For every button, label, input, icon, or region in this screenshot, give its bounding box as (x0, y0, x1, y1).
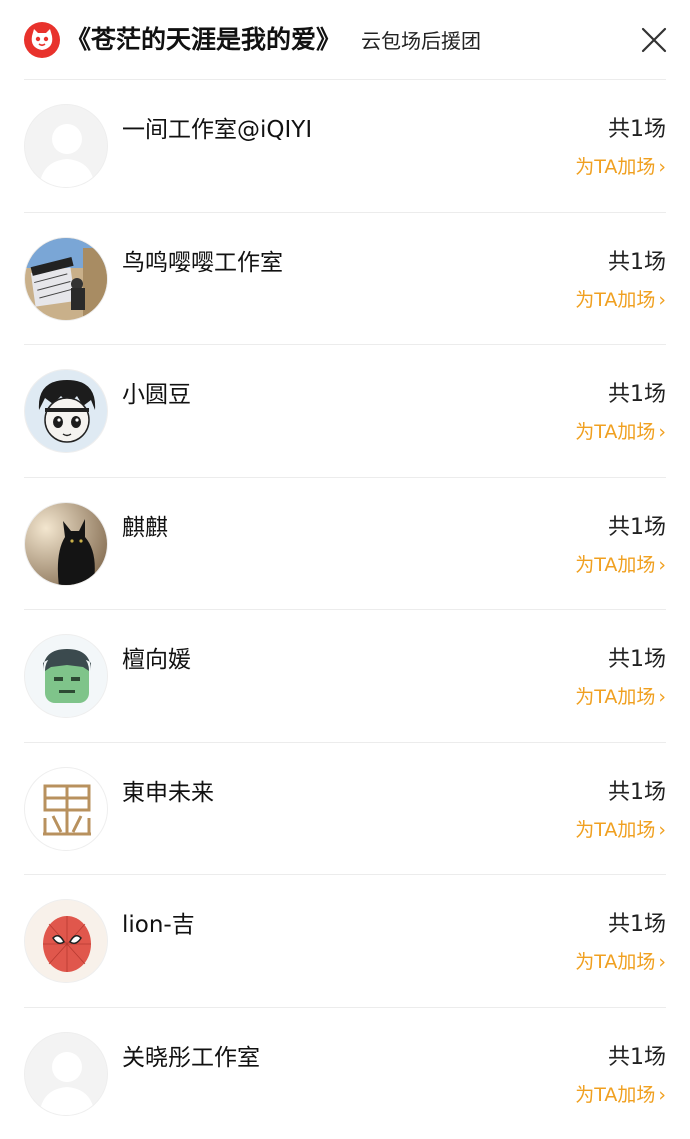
list-item: 小圆豆 共1场 为TA加场› (24, 344, 666, 477)
show-count: 共1场 (608, 514, 666, 542)
add-show-label: 为TA加场 (575, 818, 655, 842)
add-show-label: 为TA加场 (575, 288, 655, 312)
default-avatar-icon (24, 1032, 108, 1116)
add-show-label: 为TA加场 (575, 685, 655, 709)
cartoon-boy-drawing (24, 369, 108, 453)
add-show-label: 为TA加场 (575, 1083, 655, 1107)
supporter-name: 一间工作室@iQIYI (122, 116, 312, 144)
supporter-name: 麒麒 (122, 514, 168, 542)
add-show-label: 为TA加场 (575, 553, 655, 577)
supporter-name: 檀向媛 (122, 646, 191, 674)
show-count: 共1场 (608, 911, 666, 939)
add-show-link[interactable]: 为TA加场› (575, 685, 666, 709)
show-count: 共1场 (608, 1044, 666, 1072)
show-count: 共1场 (608, 249, 666, 277)
chevron-right-icon: › (658, 685, 666, 709)
add-show-label: 为TA加场 (575, 420, 655, 444)
header: 《苍茫的天涯是我的爱》 云包场后援团 (0, 0, 690, 80)
show-count: 共1场 (608, 779, 666, 807)
add-show-link[interactable]: 为TA加场› (575, 288, 666, 312)
chevron-right-icon: › (658, 288, 666, 312)
list-item: 麒麒 共1场 为TA加场› (24, 477, 666, 610)
add-show-link[interactable]: 为TA加场› (575, 950, 666, 974)
list-item: lion-吉 共1场 为TA加场› (24, 874, 666, 1007)
supporter-name: 关晓彤工作室 (122, 1044, 260, 1072)
page-subtitle: 云包场后援团 (361, 28, 481, 54)
clapperboard-photo (24, 237, 108, 321)
close-icon[interactable] (640, 26, 668, 54)
show-count: 共1场 (608, 116, 666, 144)
list-item: 檀向媛 共1场 为TA加场› (24, 609, 666, 742)
list-item: 東申未来 共1场 为TA加场› (24, 742, 666, 875)
add-show-label: 为TA加场 (575, 950, 655, 974)
chevron-right-icon: › (658, 818, 666, 842)
black-cat-photo (24, 502, 108, 586)
list-item: 鸟鸣嘤嘤工作室 共1场 为TA加场› (24, 212, 666, 345)
spiderman-icon (24, 899, 108, 983)
chevron-right-icon: › (658, 420, 666, 444)
add-show-link[interactable]: 为TA加场› (575, 1083, 666, 1107)
chevron-right-icon: › (658, 155, 666, 179)
list-item: 关晓彤工作室 共1场 为TA加场› (24, 1007, 666, 1139)
add-show-link[interactable]: 为TA加场› (575, 818, 666, 842)
show-count: 共1场 (608, 381, 666, 409)
add-show-label: 为TA加场 (575, 155, 655, 179)
supporter-name: 小圆豆 (122, 381, 191, 409)
add-show-link[interactable]: 为TA加场› (575, 420, 666, 444)
supporter-list: 一间工作室@iQIYI 共1场 为TA加场› 鸟鸣嘤嘤工作室 共1场 为TA加场… (0, 79, 690, 1139)
add-show-link[interactable]: 为TA加场› (575, 553, 666, 577)
seal-logo (24, 767, 108, 851)
default-avatar-icon (24, 104, 108, 188)
supporter-name: lion-吉 (122, 911, 195, 939)
chevron-right-icon: › (658, 950, 666, 974)
cat-logo-icon (24, 22, 60, 58)
supporter-name: 東申未来 (122, 779, 214, 807)
show-count: 共1场 (608, 646, 666, 674)
supporter-name: 鸟鸣嘤嘤工作室 (122, 249, 283, 277)
page-title: 《苍茫的天涯是我的爱》 (66, 24, 341, 56)
chevron-right-icon: › (658, 553, 666, 577)
list-item: 一间工作室@iQIYI 共1场 为TA加场› (24, 79, 666, 212)
add-show-link[interactable]: 为TA加场› (575, 155, 666, 179)
chevron-right-icon: › (658, 1083, 666, 1107)
green-hulk-icon (24, 634, 108, 718)
